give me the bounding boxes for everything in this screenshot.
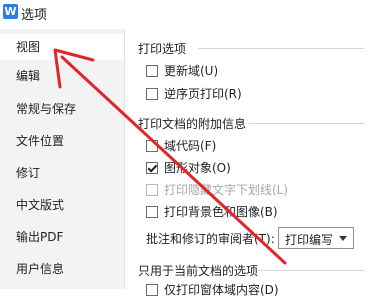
print-options-heading: 打印选项 — [138, 42, 187, 56]
checkbox-label: 逆序页打印(R) — [164, 87, 242, 101]
checkbox-checked[interactable] — [146, 162, 158, 174]
sidebar-item-export-pdf[interactable]: 输出PDF — [0, 224, 124, 250]
section-divider — [258, 270, 364, 271]
chevron-down-icon — [339, 236, 347, 241]
checkbox-label: 仅打印窗体域内容(D) — [164, 283, 279, 297]
section-divider — [249, 123, 364, 124]
section-divider — [198, 48, 364, 49]
sidebar-item-file-location[interactable]: 文件位置 — [0, 128, 124, 154]
checkbox[interactable] — [146, 284, 158, 296]
checkbox-label: 域代码(F) — [164, 139, 217, 153]
sidebar-item-revision[interactable]: 修订 — [0, 160, 124, 186]
dialog-title: 选项 — [21, 8, 48, 23]
wps-writer-icon: W — [3, 4, 18, 19]
checkbox[interactable] — [146, 88, 158, 100]
checkbox-label: 更新域(U) — [164, 64, 219, 78]
sidebar-item-general-save[interactable]: 常规与保存 — [0, 96, 124, 122]
reviewer-select-value: 打印编写 — [285, 233, 334, 247]
checkbox[interactable] — [146, 206, 158, 218]
sidebar-item-view[interactable]: 视图 — [0, 34, 124, 60]
checkbox-label: 图形对象(O) — [164, 161, 231, 175]
sidebar-item-edit[interactable]: 编辑 — [0, 63, 124, 89]
reviewer-label: 批注和修订的审阅者(T): — [146, 232, 275, 246]
reviewer-select[interactable]: 打印编写 — [278, 227, 354, 249]
current-doc-heading: 只用于当前文档的选项 — [138, 264, 259, 278]
checkbox-label: 打印隐藏文字下划线(L) — [164, 183, 289, 197]
checkbox[interactable] — [146, 65, 158, 77]
options-sidebar: 视图 编辑 常规与保存 文件位置 修订 中文版式 输出PDF 用户信息 — [0, 29, 125, 289]
checkbox[interactable] — [146, 140, 158, 152]
sidebar-item-chinese-layout[interactable]: 中文版式 — [0, 192, 124, 218]
title-bar: W 选项 — [0, 0, 372, 26]
checkbox-disabled — [146, 184, 158, 196]
checkbox-label: 打印背景色和图像(B) — [164, 205, 278, 219]
sidebar-item-user-info[interactable]: 用户信息 — [0, 256, 124, 282]
print-extra-heading: 打印文档的附加信息 — [138, 117, 247, 131]
